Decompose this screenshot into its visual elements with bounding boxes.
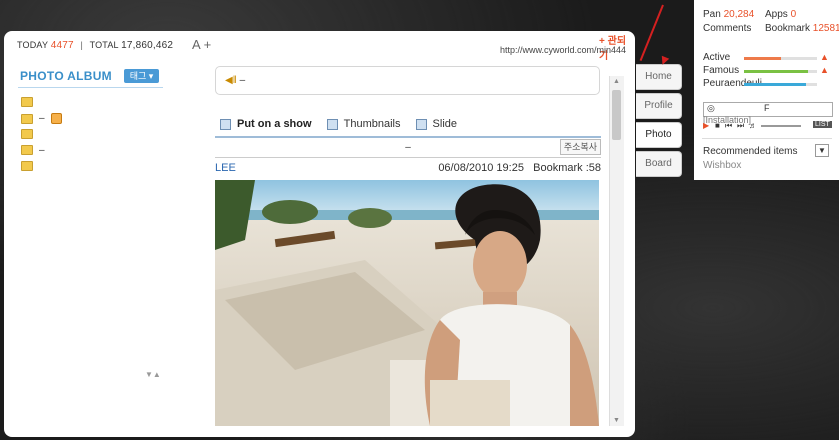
prev-icon[interactable]: ⏮	[725, 121, 732, 131]
folder-icon	[21, 97, 33, 108]
bgm-title: –	[239, 75, 246, 86]
view-slideshow[interactable]: Put on a show	[220, 118, 318, 130]
visitor-counter: TODAY 4477 | TOTAL 17,860,462	[17, 40, 174, 51]
post-photo[interactable]	[215, 180, 599, 426]
album-title: PHOTO ALBUM	[20, 69, 112, 83]
main-panel: TODAY 4477 | TOTAL 17,860,462 A + + 관되기 …	[4, 31, 635, 437]
bgm-box: ◀‖ –	[215, 66, 600, 95]
bookmark-label: Bookmark	[765, 23, 811, 34]
tab-home[interactable]: Home	[636, 64, 682, 90]
homepage-url[interactable]: http://www.cyworld.com/min444	[500, 45, 626, 55]
total-label: TOTAL	[89, 40, 119, 50]
post-author[interactable]: LEE	[215, 162, 236, 174]
view-thumbnails[interactable]: Thumbnails	[326, 118, 407, 130]
recommended-dropdown-icon[interactable]: ▼	[815, 144, 829, 157]
bookmark-value[interactable]: 125814	[813, 23, 839, 34]
post-divider	[215, 136, 601, 138]
post-meta: LEE 06/08/2010 19:25 Bookmark :58	[215, 162, 601, 174]
folder-item[interactable]	[21, 97, 39, 108]
today-count: 4477	[50, 40, 74, 51]
post-date: 06/08/2010 19:25	[438, 162, 524, 174]
famous-up-icon: ▲	[820, 65, 829, 75]
player-controls: ▶ ■ ⏮ ⏭ ♬ LIST	[703, 121, 832, 131]
comments-label[interactable]: Comments	[703, 23, 751, 34]
slide-icon	[415, 118, 427, 130]
folder-icon	[21, 129, 33, 140]
sort-arrows-icon[interactable]: ▼▲	[145, 370, 161, 379]
folder-item[interactable]: –	[21, 113, 62, 124]
famous-label: Famous	[703, 65, 740, 76]
list-button[interactable]: LIST	[813, 121, 832, 128]
volume-icon[interactable]: ♬	[749, 121, 757, 130]
post-bookmark: Bookmark :58	[533, 162, 601, 174]
apps-label: Apps	[765, 9, 788, 20]
stop-icon[interactable]: ■	[715, 121, 720, 130]
tab-photo[interactable]: Photo	[636, 122, 682, 148]
recommended-label: Recommended items	[703, 146, 798, 157]
folder-icon	[21, 113, 33, 124]
folder-item[interactable]	[21, 161, 39, 172]
slideshow-icon	[220, 118, 231, 130]
play-icon[interactable]: ▶	[703, 121, 709, 130]
scroll-down-icon[interactable]: ▼	[613, 417, 620, 424]
folder-item[interactable]: –	[21, 145, 45, 156]
folder-icon	[21, 161, 33, 172]
tab-profile[interactable]: Profile	[636, 93, 682, 119]
pan-label: Pan	[703, 9, 721, 20]
today-label: TODAY	[17, 40, 49, 50]
tag-button[interactable]: 태그 ▾	[124, 69, 159, 83]
peuraendeuli-meter	[744, 83, 817, 86]
album-title-underline	[18, 87, 163, 88]
disc-icon: ◎	[707, 103, 715, 113]
copy-address-button[interactable]: 주소복사	[559, 139, 601, 155]
folder-item[interactable]	[21, 129, 39, 140]
volume-slider[interactable]	[761, 125, 801, 127]
folder-icon	[21, 145, 33, 156]
beach-photo	[215, 180, 599, 426]
thumbnails-icon	[326, 118, 338, 130]
view-mode-tabs: Put on a show Thumbnails Slide	[220, 118, 469, 130]
active-up-icon: ▲	[820, 52, 829, 62]
font-size-control[interactable]: A +	[192, 37, 211, 52]
scroll-up-icon[interactable]: ▲	[613, 78, 620, 85]
speaker-icon[interactable]: ◀‖	[225, 75, 237, 86]
recommended-divider	[702, 138, 832, 139]
pan-value[interactable]: 20,284	[724, 9, 755, 20]
tab-board[interactable]: Board	[636, 151, 682, 177]
active-label: Active	[703, 52, 731, 63]
view-slide[interactable]: Slide	[415, 118, 463, 130]
active-meter	[744, 57, 817, 60]
wishbox-label[interactable]: Wishbox	[703, 160, 741, 171]
annotation-arrow	[639, 4, 664, 62]
new-badge-icon	[50, 113, 62, 124]
info-sidebar: Pan 20,284 Apps 0 Comments Bookmark 1258…	[694, 0, 839, 180]
player-label: F	[764, 103, 770, 113]
post-title: – 주소복사	[215, 139, 601, 158]
vertical-scrollbar[interactable]: ▲ ▼	[609, 76, 624, 426]
scroll-thumb[interactable]	[612, 90, 621, 140]
famous-meter	[744, 70, 817, 73]
total-count: 17,860,462	[121, 40, 174, 51]
apps-value[interactable]: 0	[791, 9, 797, 20]
next-icon[interactable]: ⏭	[737, 121, 744, 131]
